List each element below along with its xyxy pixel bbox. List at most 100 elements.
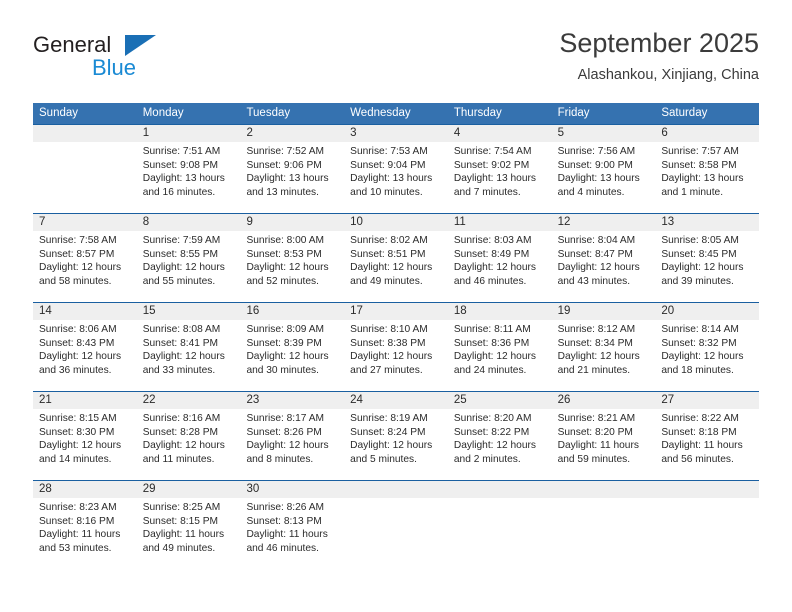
date-number[interactable] bbox=[33, 125, 137, 142]
date-number[interactable]: 5 bbox=[552, 125, 656, 142]
day-cell[interactable]: Sunrise: 8:26 AM Sunset: 8:13 PM Dayligh… bbox=[240, 498, 344, 569]
daylight-text-line1: Daylight: 13 hours bbox=[661, 173, 744, 185]
date-number[interactable]: 19 bbox=[552, 303, 656, 320]
date-number[interactable]: 20 bbox=[655, 303, 759, 320]
day-cell[interactable]: Sunrise: 8:20 AM Sunset: 8:22 PM Dayligh… bbox=[448, 409, 552, 480]
daylight-text-line1: Daylight: 11 hours bbox=[246, 529, 328, 541]
date-number[interactable]: 21 bbox=[33, 392, 137, 409]
date-number[interactable]: 7 bbox=[33, 214, 137, 231]
day-cell[interactable]: Sunrise: 8:06 AM Sunset: 8:43 PM Dayligh… bbox=[33, 320, 137, 391]
date-number[interactable]: 22 bbox=[137, 392, 241, 409]
date-number[interactable]: 4 bbox=[448, 125, 552, 142]
day-cell[interactable] bbox=[655, 498, 759, 569]
day-cell[interactable]: Sunrise: 7:56 AM Sunset: 9:00 PM Dayligh… bbox=[552, 142, 656, 213]
day-cell[interactable]: Sunrise: 8:11 AM Sunset: 8:36 PM Dayligh… bbox=[448, 320, 552, 391]
generalblue-logo[interactable]: General Blue bbox=[33, 32, 233, 88]
daylight-text-line1: Daylight: 11 hours bbox=[39, 529, 121, 541]
date-number[interactable]: 11 bbox=[448, 214, 552, 231]
date-number[interactable]: 10 bbox=[344, 214, 448, 231]
date-number[interactable]: 16 bbox=[240, 303, 344, 320]
sunset-text: Sunset: 8:26 PM bbox=[246, 426, 322, 438]
sunset-text: Sunset: 9:04 PM bbox=[350, 159, 426, 171]
date-number[interactable]: 25 bbox=[448, 392, 552, 409]
date-number[interactable]: 18 bbox=[448, 303, 552, 320]
daylight-text-line1: Daylight: 12 hours bbox=[350, 351, 433, 363]
date-number[interactable]: 17 bbox=[344, 303, 448, 320]
sunrise-text: Sunrise: 7:59 AM bbox=[142, 235, 221, 246]
daylight-text-line2: and 27 minutes. bbox=[350, 364, 423, 376]
day-cell[interactable]: Sunrise: 8:12 AM Sunset: 8:34 PM Dayligh… bbox=[552, 320, 656, 391]
day-cell[interactable]: Sunrise: 8:14 AM Sunset: 8:32 PM Dayligh… bbox=[655, 320, 759, 391]
day-cell[interactable]: Sunrise: 7:53 AM Sunset: 9:04 PM Dayligh… bbox=[344, 142, 448, 213]
daylight-text-line2: and 46 minutes. bbox=[246, 542, 319, 554]
sunset-text: Sunset: 8:28 PM bbox=[142, 426, 219, 438]
date-number[interactable] bbox=[448, 481, 552, 498]
day-cell[interactable]: Sunrise: 8:15 AM Sunset: 8:30 PM Dayligh… bbox=[33, 409, 137, 480]
day-cell[interactable]: Sunrise: 8:21 AM Sunset: 8:20 PM Dayligh… bbox=[552, 409, 656, 480]
date-number[interactable]: 28 bbox=[33, 481, 137, 498]
day-cell[interactable]: Sunrise: 8:22 AM Sunset: 8:18 PM Dayligh… bbox=[655, 409, 759, 480]
date-number[interactable]: 2 bbox=[240, 125, 344, 142]
day-cell[interactable]: Sunrise: 8:09 AM Sunset: 8:39 PM Dayligh… bbox=[240, 320, 344, 391]
day-cell[interactable]: Sunrise: 8:25 AM Sunset: 8:15 PM Dayligh… bbox=[137, 498, 241, 569]
day-cell[interactable] bbox=[344, 498, 448, 569]
day-cell[interactable]: Sunrise: 8:23 AM Sunset: 8:16 PM Dayligh… bbox=[33, 498, 137, 569]
day-cell[interactable] bbox=[448, 498, 552, 569]
daylight-text-line2: and 2 minutes. bbox=[453, 453, 521, 465]
sunrise-text: Sunrise: 8:00 AM bbox=[246, 235, 325, 246]
date-number[interactable]: 15 bbox=[137, 303, 241, 320]
date-number[interactable]: 9 bbox=[240, 214, 344, 231]
sunset-text: Sunset: 9:08 PM bbox=[142, 159, 219, 171]
date-number[interactable]: 1 bbox=[137, 125, 241, 142]
week-date-band: 14 15 16 17 18 19 20 bbox=[33, 303, 759, 320]
daylight-text-line2: and 39 minutes. bbox=[661, 275, 734, 287]
daylight-text-line2: and 49 minutes. bbox=[350, 275, 423, 287]
sunrise-text: Sunrise: 8:22 AM bbox=[661, 413, 739, 424]
day-cell[interactable]: Sunrise: 8:02 AM Sunset: 8:51 PM Dayligh… bbox=[344, 231, 448, 302]
date-number[interactable] bbox=[344, 481, 448, 498]
day-cell[interactable] bbox=[33, 142, 137, 213]
day-cell[interactable]: Sunrise: 7:51 AM Sunset: 9:08 PM Dayligh… bbox=[137, 142, 241, 213]
calendar-week-row: 1 2 3 4 5 6 Sunrise: 7:51 AM Sunset: 9:0… bbox=[33, 124, 759, 213]
date-number[interactable]: 8 bbox=[137, 214, 241, 231]
day-cell[interactable]: Sunrise: 8:05 AM Sunset: 8:45 PM Dayligh… bbox=[655, 231, 759, 302]
day-cell[interactable]: Sunrise: 8:04 AM Sunset: 8:47 PM Dayligh… bbox=[552, 231, 656, 302]
day-cell[interactable]: Sunrise: 8:19 AM Sunset: 8:24 PM Dayligh… bbox=[344, 409, 448, 480]
day-cell[interactable]: Sunrise: 8:16 AM Sunset: 8:28 PM Dayligh… bbox=[137, 409, 241, 480]
daylight-text-line2: and 33 minutes. bbox=[142, 364, 216, 376]
daylight-text-line1: Daylight: 12 hours bbox=[39, 440, 122, 452]
day-cell[interactable]: Sunrise: 8:03 AM Sunset: 8:49 PM Dayligh… bbox=[448, 231, 552, 302]
daylight-text-line1: Daylight: 12 hours bbox=[661, 351, 744, 363]
day-cell[interactable]: Sunrise: 7:52 AM Sunset: 9:06 PM Dayligh… bbox=[240, 142, 344, 213]
daylight-text-line2: and 13 minutes. bbox=[246, 186, 319, 198]
date-number[interactable]: 14 bbox=[33, 303, 137, 320]
day-cell[interactable]: Sunrise: 7:59 AM Sunset: 8:55 PM Dayligh… bbox=[137, 231, 241, 302]
day-cell[interactable]: Sunrise: 7:58 AM Sunset: 8:57 PM Dayligh… bbox=[33, 231, 137, 302]
date-number[interactable]: 26 bbox=[552, 392, 656, 409]
date-number[interactable]: 13 bbox=[655, 214, 759, 231]
date-number[interactable]: 24 bbox=[344, 392, 448, 409]
page-header: General Blue September 2025 Alashankou, … bbox=[33, 26, 759, 98]
date-number[interactable]: 29 bbox=[137, 481, 241, 498]
date-number[interactable] bbox=[655, 481, 759, 498]
day-cell[interactable]: Sunrise: 8:08 AM Sunset: 8:41 PM Dayligh… bbox=[137, 320, 241, 391]
daylight-text-line2: and 59 minutes. bbox=[557, 453, 631, 465]
date-number[interactable]: 30 bbox=[240, 481, 344, 498]
day-cell[interactable]: Sunrise: 7:57 AM Sunset: 8:58 PM Dayligh… bbox=[655, 142, 759, 213]
date-number[interactable]: 6 bbox=[655, 125, 759, 142]
day-cell[interactable]: Sunrise: 7:54 AM Sunset: 9:02 PM Dayligh… bbox=[448, 142, 552, 213]
day-cell[interactable] bbox=[552, 498, 656, 569]
daylight-text-line1: Daylight: 11 hours bbox=[557, 440, 639, 452]
day-cell[interactable]: Sunrise: 8:17 AM Sunset: 8:26 PM Dayligh… bbox=[240, 409, 344, 480]
sunrise-text: Sunrise: 8:21 AM bbox=[557, 413, 636, 424]
day-cell[interactable]: Sunrise: 8:10 AM Sunset: 8:38 PM Dayligh… bbox=[344, 320, 448, 391]
date-number[interactable] bbox=[552, 481, 656, 498]
sunrise-text: Sunrise: 8:04 AM bbox=[557, 235, 636, 246]
day-cell[interactable]: Sunrise: 8:00 AM Sunset: 8:53 PM Dayligh… bbox=[240, 231, 344, 302]
date-number[interactable]: 27 bbox=[655, 392, 759, 409]
daylight-text-line2: and 55 minutes. bbox=[142, 275, 216, 287]
date-number[interactable]: 3 bbox=[344, 125, 448, 142]
date-number[interactable]: 12 bbox=[552, 214, 656, 231]
date-number[interactable]: 23 bbox=[240, 392, 344, 409]
daylight-text-line2: and 30 minutes. bbox=[246, 364, 319, 376]
